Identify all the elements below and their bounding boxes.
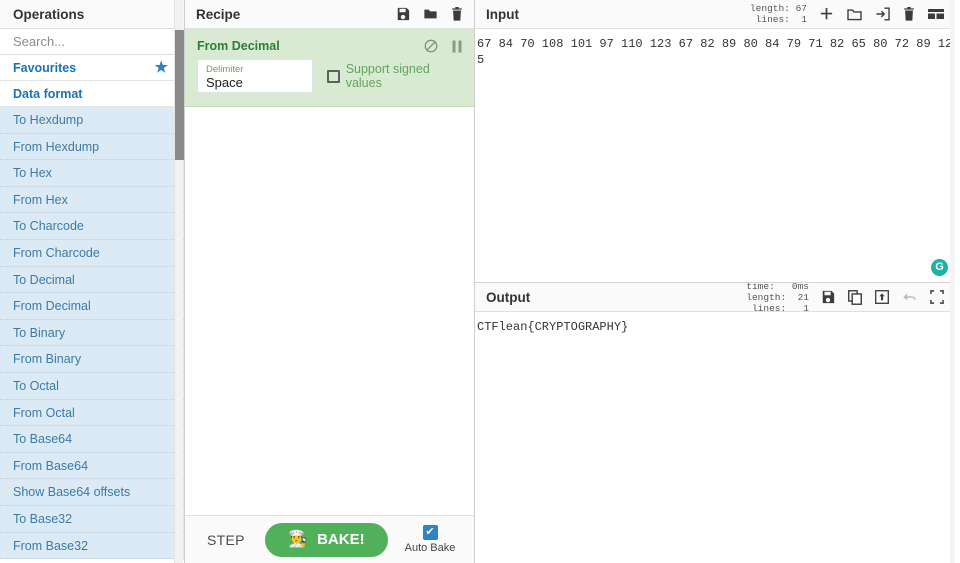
auto-bake-toggle[interactable]: ✔ Auto Bake bbox=[402, 525, 458, 554]
io-pane: Input length: 67 lines: 1 67 84 70 108 1… bbox=[475, 0, 955, 563]
auto-bake-label: Auto Bake bbox=[404, 542, 456, 554]
magic-wand-icon[interactable]: G bbox=[931, 259, 948, 276]
output-stats: time: 0ms length: 21 lines: 1 bbox=[746, 281, 809, 314]
recipe-pane: Recipe From Decimal Delimiter Space Supp… bbox=[185, 0, 475, 563]
operation-item[interactable]: To Base64 bbox=[0, 426, 184, 453]
operation-item[interactable]: Show Base64 offsets bbox=[0, 479, 184, 506]
chef-icon: 👨‍🍳 bbox=[288, 530, 309, 548]
recipe-header: Recipe bbox=[185, 0, 474, 29]
recipe-operation-title: From Decimal bbox=[197, 39, 280, 53]
recipe-operation-header: From Decimal bbox=[185, 29, 474, 59]
input-stats: length: 67 lines: 1 bbox=[750, 3, 807, 25]
bake-button-label: BAKE! bbox=[317, 531, 365, 548]
undo-icon bbox=[902, 291, 917, 304]
operation-item[interactable]: From Hex bbox=[0, 186, 184, 214]
output-pane: Output time: 0ms length: 21 lines: 1 CTF… bbox=[475, 0, 955, 563]
bake-bar: STEP 👨‍🍳 BAKE! ✔ Auto Bake bbox=[185, 515, 474, 563]
output-textarea[interactable]: CTFlean{CRYPTOGRAPHY} bbox=[475, 312, 955, 563]
save-icon[interactable] bbox=[396, 7, 410, 21]
operations-pane: Operations Favourites ★ Data format To H… bbox=[0, 0, 185, 563]
output-title: Output bbox=[486, 289, 531, 305]
disable-icon[interactable] bbox=[424, 39, 438, 53]
operation-item[interactable]: To Binary bbox=[0, 319, 184, 347]
bake-button[interactable]: 👨‍🍳 BAKE! bbox=[264, 522, 388, 557]
output-header: Output time: 0ms length: 21 lines: 1 bbox=[475, 281, 955, 314]
operation-item[interactable]: To Decimal bbox=[0, 266, 184, 294]
operations-scrollbar[interactable] bbox=[174, 0, 184, 563]
operation-item[interactable]: To Hexdump bbox=[0, 107, 184, 134]
recipe-operation-controls bbox=[424, 39, 462, 53]
output-scrollbar[interactable] bbox=[950, 0, 955, 563]
recipe-operations-list[interactable]: From Decimal Delimiter Space Support sig… bbox=[185, 29, 474, 515]
operation-item[interactable]: To Base32 bbox=[0, 505, 184, 533]
scrollbar-thumb[interactable] bbox=[175, 30, 184, 160]
category-favourites-label: Favourites bbox=[13, 60, 77, 75]
recipe-header-icons bbox=[396, 7, 463, 21]
output-length-label: length: bbox=[746, 291, 787, 303]
input-lines-value: 1 bbox=[801, 14, 807, 25]
folder-open-icon[interactable] bbox=[847, 8, 862, 21]
operations-list: Favourites ★ Data format To Hexdump From… bbox=[0, 55, 184, 563]
replace-input-icon[interactable] bbox=[875, 290, 889, 304]
operation-item[interactable]: From Decimal bbox=[0, 293, 184, 320]
checkbox-box[interactable] bbox=[327, 69, 340, 83]
input-length-label: length: bbox=[749, 3, 790, 14]
operation-item[interactable]: To Charcode bbox=[0, 213, 184, 240]
category-favourites[interactable]: Favourites ★ bbox=[0, 55, 184, 81]
operations-title: Operations bbox=[0, 0, 184, 29]
operation-item[interactable]: From Binary bbox=[0, 346, 184, 373]
operation-item[interactable]: From Base64 bbox=[0, 452, 184, 480]
step-button[interactable]: STEP bbox=[201, 528, 251, 552]
maximise-icon[interactable] bbox=[930, 290, 944, 304]
delimiter-field[interactable]: Delimiter Space bbox=[197, 59, 314, 93]
category-data-format-label: Data format bbox=[13, 86, 83, 101]
operation-item[interactable]: From Hexdump bbox=[0, 133, 184, 161]
input-header: Input length: 67 lines: 1 bbox=[475, 0, 955, 29]
cyberchef-app: Operations Favourites ★ Data format To H… bbox=[0, 0, 960, 563]
support-signed-values-checkbox[interactable]: Support signed values bbox=[327, 62, 462, 90]
folder-icon[interactable] bbox=[423, 7, 438, 21]
breakpoint-icon[interactable] bbox=[452, 40, 462, 53]
trash-icon[interactable] bbox=[451, 7, 463, 21]
input-pane: Input length: 67 lines: 1 67 84 70 108 1… bbox=[475, 0, 955, 283]
add-tab-icon[interactable] bbox=[819, 7, 834, 22]
input-title: Input bbox=[486, 6, 519, 22]
input-lines-label: lines: bbox=[755, 14, 790, 25]
recipe-title: Recipe bbox=[196, 6, 241, 22]
input-header-icons bbox=[819, 7, 944, 22]
operation-item[interactable]: To Octal bbox=[0, 372, 184, 400]
search-input[interactable] bbox=[0, 29, 184, 55]
clear-input-icon[interactable] bbox=[903, 7, 915, 21]
auto-bake-checkbox[interactable]: ✔ bbox=[422, 525, 438, 540]
save-output-icon[interactable] bbox=[821, 290, 835, 304]
operation-item[interactable]: From Octal bbox=[0, 399, 184, 427]
support-signed-values-label: Support signed values bbox=[345, 62, 430, 90]
output-length-value: 21 bbox=[797, 291, 809, 303]
operation-item[interactable]: From Charcode bbox=[0, 239, 184, 267]
category-data-format[interactable]: Data format bbox=[0, 81, 184, 107]
star-icon: ★ bbox=[154, 59, 168, 76]
input-textarea[interactable]: 67 84 70 108 101 97 110 123 67 82 89 80 … bbox=[475, 29, 955, 282]
copy-output-icon[interactable] bbox=[848, 289, 862, 305]
input-length-value: 67 bbox=[795, 3, 807, 14]
output-header-icons bbox=[821, 289, 944, 305]
delimiter-label: Delimiter bbox=[206, 64, 244, 75]
reset-layout-icon[interactable] bbox=[928, 8, 944, 20]
recipe-operation-args: Delimiter Space Support signed values bbox=[185, 59, 474, 93]
operation-item[interactable]: To Hex bbox=[0, 160, 184, 187]
recipe-operation-from-decimal[interactable]: From Decimal Delimiter Space Support sig… bbox=[185, 29, 474, 107]
delimiter-value: Space bbox=[206, 75, 243, 90]
open-input-icon[interactable] bbox=[875, 7, 890, 21]
operation-item[interactable]: From Base32 bbox=[0, 532, 184, 560]
